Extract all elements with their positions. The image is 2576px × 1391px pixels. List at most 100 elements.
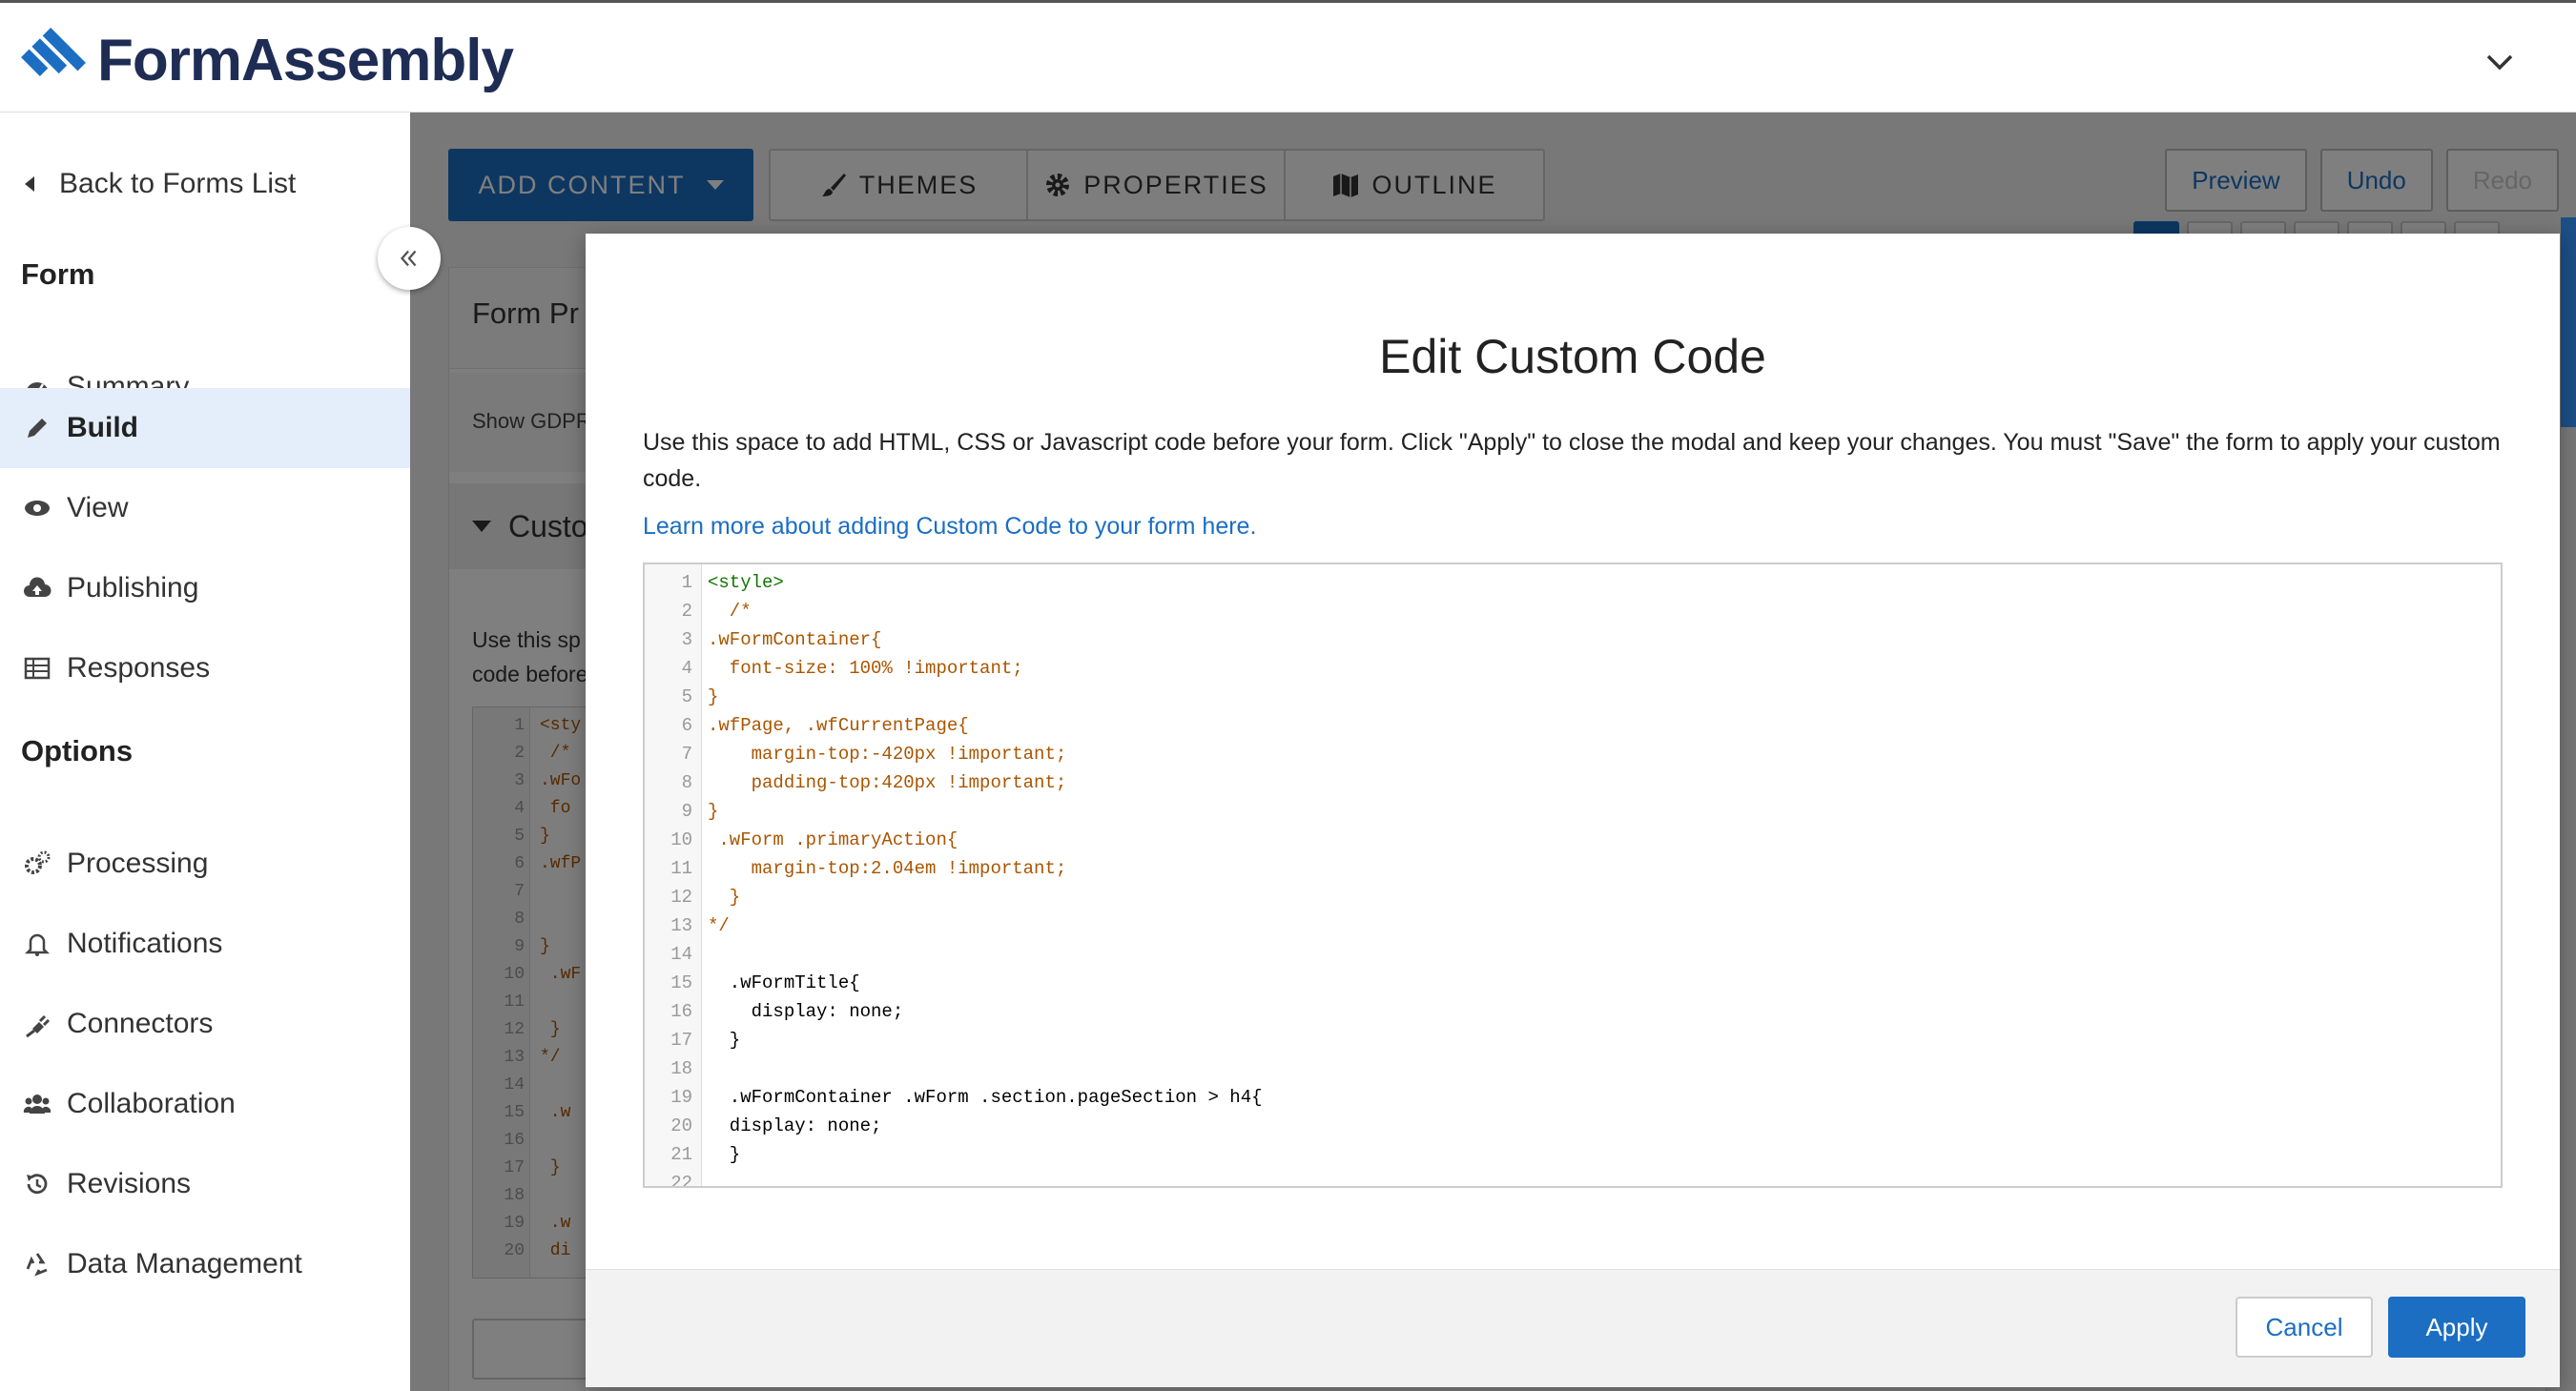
code-line[interactable]: 5} xyxy=(645,683,2501,711)
code-text: } xyxy=(708,1144,741,1165)
code-line[interactable]: 17 } xyxy=(645,1026,2501,1054)
sidebar-item-publishing[interactable]: Publishing xyxy=(0,548,410,628)
line-number: 8 xyxy=(681,772,692,793)
collapse-sidebar-button[interactable] xyxy=(378,227,441,290)
back-to-forms-label: Back to Forms List xyxy=(59,168,297,199)
sidebar: Back to Forms List Form Summary Build Vi… xyxy=(0,113,410,1391)
line-number: 2 xyxy=(681,601,692,622)
code-line[interactable]: 3 .wFormContainer{ xyxy=(645,625,2501,654)
line-number: 13 xyxy=(670,915,692,936)
code-text: margin-top:-420px !important; xyxy=(708,744,1067,765)
users-icon xyxy=(21,1088,53,1120)
code-line[interactable]: 8 padding-top:420px !important; xyxy=(645,768,2501,797)
line-number: 4 xyxy=(681,658,692,679)
sidebar-item-label: Build xyxy=(67,412,138,443)
sidebar-item-label: Data Management xyxy=(67,1248,302,1279)
logo-text: FormAssembly xyxy=(97,27,514,93)
sidebar-item-label: Collaboration xyxy=(67,1088,236,1119)
code-text: } xyxy=(708,686,719,707)
options-section-heading: Options xyxy=(21,734,134,767)
sidebar-item-collaboration[interactable]: Collaboration xyxy=(0,1064,410,1144)
sidebar-item-view[interactable]: View xyxy=(0,468,410,548)
code-text: } xyxy=(708,801,719,822)
sidebar-item-label: Publishing xyxy=(67,572,199,603)
gears-icon xyxy=(21,848,53,880)
scrollbar-thumb[interactable] xyxy=(2561,217,2576,427)
sidebar-item-connectors[interactable]: Connectors xyxy=(0,984,410,1064)
code-line[interactable]: 20 display: none; xyxy=(645,1112,2501,1140)
back-to-forms-link[interactable]: Back to Forms List xyxy=(25,168,296,200)
code-line[interactable]: 19 .wFormContainer .wForm .section.pageS… xyxy=(645,1083,2501,1112)
sidebar-item-data-management[interactable]: Data Management xyxy=(0,1224,410,1304)
formassembly-logo[interactable]: FormAssembly xyxy=(15,22,514,98)
bell-icon xyxy=(21,928,53,960)
sidebar-item-build[interactable]: Build xyxy=(0,388,410,468)
sidebar-item-label: View xyxy=(67,492,129,523)
app-header: FormAssembly xyxy=(0,0,2576,113)
code-text: padding-top:420px !important; xyxy=(708,772,1067,793)
form-section-heading: Form xyxy=(21,257,95,291)
code-line[interactable]: 2 /* xyxy=(645,597,2501,625)
sidebar-item-label: Notifications xyxy=(67,928,223,959)
code-text: .wFormContainer{ xyxy=(708,629,882,650)
line-number: 14 xyxy=(670,944,692,965)
line-number: 7 xyxy=(681,744,692,765)
code-text: .wfPage, .wfCurrentPage{ xyxy=(708,715,969,736)
chevron-down-icon[interactable] xyxy=(2481,43,2519,81)
code-line[interactable]: 15 .wFormTitle{ xyxy=(645,969,2501,997)
code-line[interactable]: 16 display: none; xyxy=(645,997,2501,1026)
table-icon xyxy=(21,652,53,685)
code-text: /* xyxy=(708,601,752,622)
sidebar-item-label: Revisions xyxy=(67,1168,192,1199)
line-number: 22 xyxy=(670,1173,692,1188)
code-line[interactable]: 21 } xyxy=(645,1140,2501,1169)
code-text: } xyxy=(708,887,741,908)
line-number: 18 xyxy=(670,1058,692,1079)
sidebar-item-label: Responses xyxy=(67,652,211,684)
code-text: margin-top:2.04em !important; xyxy=(708,858,1067,879)
modal-footer: Cancel Apply xyxy=(586,1269,2560,1387)
line-number: 1 xyxy=(681,572,692,593)
code-text: } xyxy=(708,1030,741,1051)
line-number: 17 xyxy=(670,1030,692,1051)
code-line[interactable]: 14 xyxy=(645,940,2501,969)
line-number: 6 xyxy=(681,715,692,736)
code-line[interactable]: 10 .wForm .primaryAction{ xyxy=(645,826,2501,854)
code-line[interactable]: 7 margin-top:-420px !important; xyxy=(645,740,2501,768)
code-line[interactable]: 1 <style> xyxy=(645,568,2501,597)
sidebar-item-revisions[interactable]: Revisions xyxy=(0,1144,410,1224)
double-chevron-left-icon xyxy=(400,250,417,267)
code-line[interactable]: 11 margin-top:2.04em !important; xyxy=(645,854,2501,883)
cancel-button[interactable]: Cancel xyxy=(2236,1297,2373,1358)
sidebar-item-responses[interactable]: Responses xyxy=(0,628,410,708)
apply-button[interactable]: Apply xyxy=(2388,1297,2525,1358)
modal-description: Use this space to add HTML, CSS or Javas… xyxy=(643,429,2501,492)
cloud-upload-icon xyxy=(21,572,53,604)
sidebar-item-label: Connectors xyxy=(67,1008,214,1039)
code-line[interactable]: 12 } xyxy=(645,883,2501,911)
recycle-icon xyxy=(21,1248,53,1280)
sidebar-item-notifications[interactable]: Notifications xyxy=(0,904,410,984)
logo-mark-icon xyxy=(21,28,86,76)
custom-code-editor[interactable]: 1 <style> 2 /* 3 .wFormContainer{4 font-size… xyxy=(643,563,2503,1188)
code-line[interactable]: 18 xyxy=(645,1054,2501,1083)
sidebar-item-processing[interactable]: Processing xyxy=(0,824,410,904)
line-number: 20 xyxy=(670,1115,692,1136)
code-line[interactable]: 22 xyxy=(645,1169,2501,1188)
line-number: 12 xyxy=(670,887,692,908)
line-number: 21 xyxy=(670,1144,692,1165)
code-text: <style> xyxy=(708,572,784,593)
code-line[interactable]: 13 */ xyxy=(645,911,2501,940)
code-line[interactable]: 6 .wfPage, .wfCurrentPage{ xyxy=(645,711,2501,740)
code-text: font-size: 100% !important; xyxy=(708,658,1023,679)
sidebar-item-label: Processing xyxy=(67,848,209,879)
code-text: .wForm .primaryAction{ xyxy=(708,829,958,850)
line-number: 15 xyxy=(670,972,692,993)
code-line[interactable]: 9} xyxy=(645,797,2501,826)
learn-more-link[interactable]: Learn more about adding Custom Code to y… xyxy=(643,513,1256,541)
code-line[interactable]: 4 font-size: 100% !important; xyxy=(645,654,2501,683)
code-text: display: none; xyxy=(708,1001,904,1022)
eye-icon xyxy=(21,492,53,524)
line-number: 5 xyxy=(681,686,692,707)
line-number: 11 xyxy=(670,858,692,879)
